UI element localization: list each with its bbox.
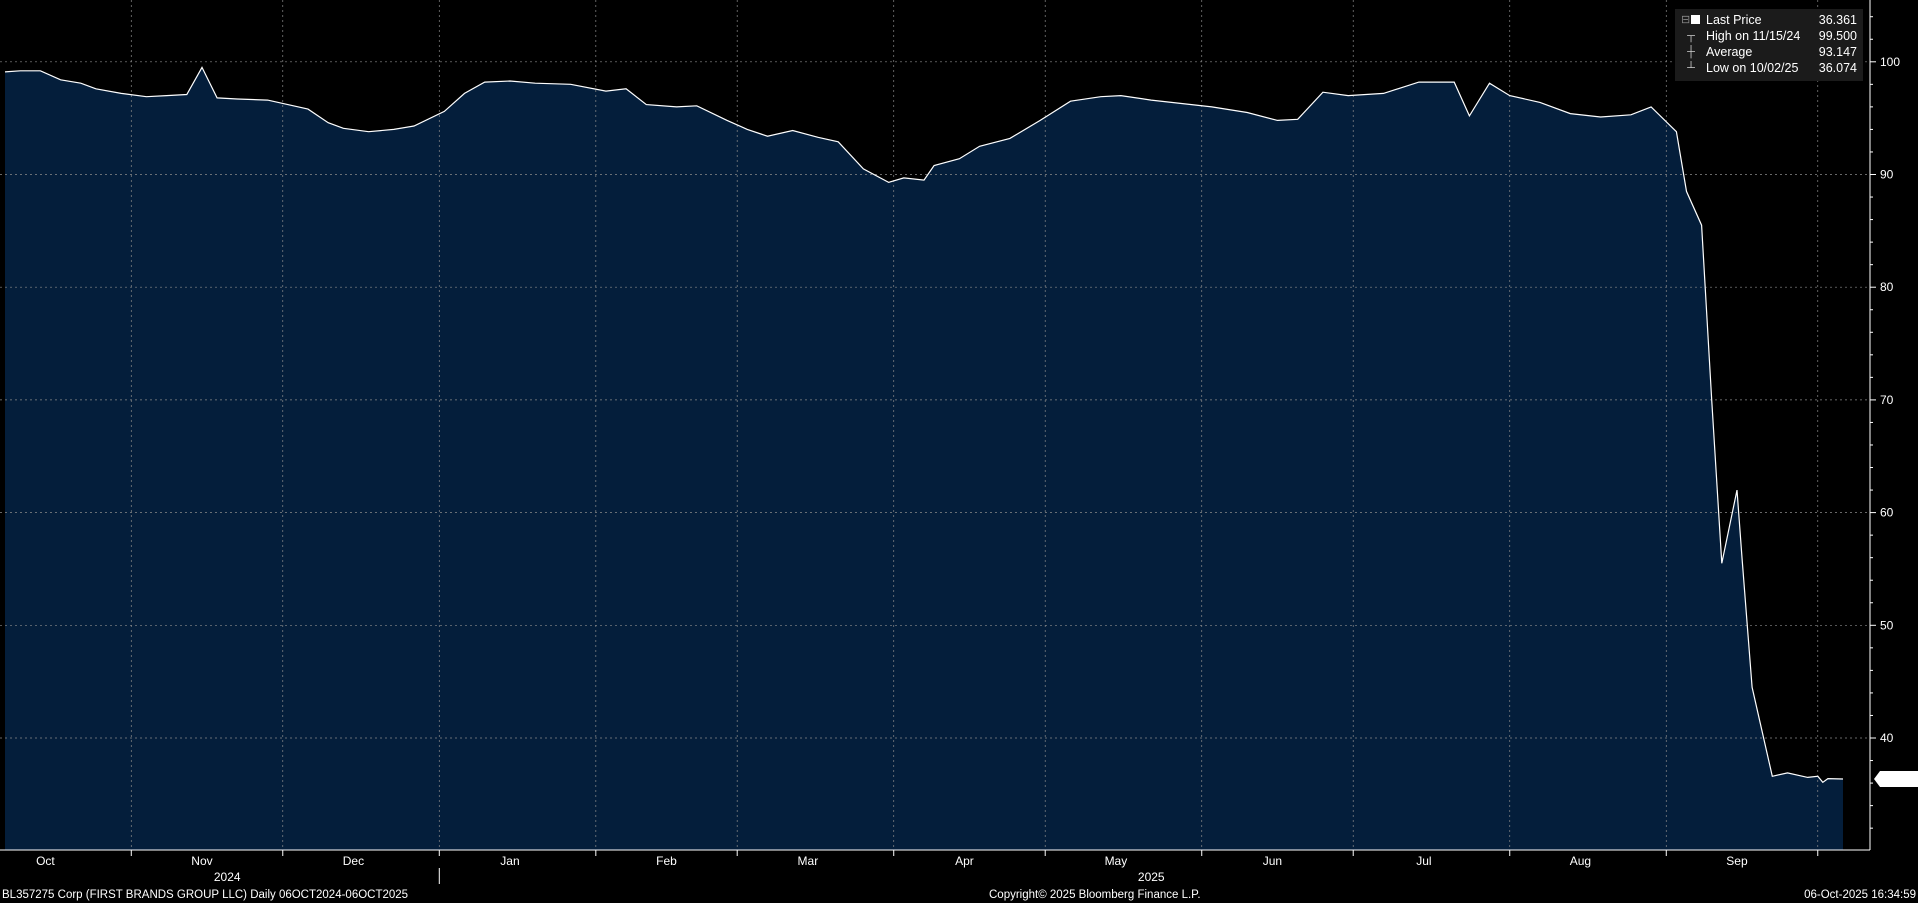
footer-copyright: Copyright© 2025 Bloomberg Finance L.P. bbox=[989, 889, 1201, 901]
price-chart: 40 50 60 70 80 90 100 Oct Nov Dec Jan Feb Mar Apr May J… bbox=[0, 0, 1918, 903]
high-marker-icon: ┬ bbox=[1681, 30, 1695, 42]
average-marker-icon: ┼ bbox=[1681, 46, 1695, 58]
low-marker-icon: ┴ bbox=[1681, 62, 1695, 74]
x-tick-label: Jan bbox=[500, 854, 519, 868]
legend-item-low: ┴ Low on 10/02/25 36.074 bbox=[1675, 60, 1863, 76]
x-tick-label: Jun bbox=[1263, 854, 1282, 868]
x-tick-label: Oct bbox=[36, 854, 55, 868]
legend-label: Average bbox=[1706, 45, 1753, 59]
legend-item-average: ┼ Average 93.147 bbox=[1675, 44, 1863, 60]
x-tick-label: Feb bbox=[656, 854, 677, 868]
x-tick-label: Mar bbox=[798, 854, 819, 868]
legend-value: 99.500 bbox=[1818, 29, 1857, 43]
legend-item-high: ┬ High on 11/15/24 99.500 bbox=[1675, 28, 1863, 44]
y-tick-label: 80 bbox=[1880, 280, 1894, 294]
legend-label: High on 11/15/24 bbox=[1706, 29, 1801, 43]
x-year-label: 2025 bbox=[1138, 870, 1165, 884]
y-tick-label: 100 bbox=[1880, 55, 1900, 69]
legend-value: 93.147 bbox=[1818, 45, 1857, 59]
x-tick-label: May bbox=[1105, 854, 1128, 868]
x-year-label: 2024 bbox=[214, 870, 241, 884]
footer-security-description: BL357275 Corp (FIRST BRANDS GROUP LLC) D… bbox=[2, 889, 409, 901]
legend-item-last-price: ⊟ Last Price 36.361 bbox=[1675, 12, 1863, 28]
legend-label: Last Price bbox=[1706, 13, 1762, 27]
price-area-fill bbox=[5, 67, 1843, 850]
legend-value: 36.361 bbox=[1818, 13, 1857, 27]
legend-label: Low on 10/02/25 bbox=[1706, 61, 1799, 75]
footer-timestamp: 06-Oct-2025 16:34:59 bbox=[1804, 889, 1916, 901]
last-price-tag: 36.361 bbox=[1874, 771, 1918, 788]
y-tick-label: 40 bbox=[1880, 731, 1894, 745]
y-tick-label: 70 bbox=[1880, 393, 1894, 407]
x-tick-label: Jul bbox=[1416, 854, 1431, 868]
y-tick-label: 60 bbox=[1880, 506, 1894, 520]
legend-value: 36.074 bbox=[1818, 61, 1857, 75]
x-tick-label: Apr bbox=[955, 854, 974, 868]
y-tick-label: 90 bbox=[1880, 168, 1894, 182]
x-tick-label: Aug bbox=[1570, 854, 1591, 868]
last-price-tag-label: 36.361 bbox=[1881, 772, 1918, 786]
x-tick-label: Nov bbox=[191, 854, 212, 868]
x-tick-label: Dec bbox=[343, 854, 364, 868]
x-tick-label: Sep bbox=[1726, 854, 1748, 868]
chart-legend: ⊟ Last Price 36.361 ┬ High on 11/15/24 9… bbox=[1675, 9, 1863, 81]
filled-square-icon: ⊟ bbox=[1681, 12, 1701, 28]
y-tick-label: 50 bbox=[1880, 618, 1894, 632]
